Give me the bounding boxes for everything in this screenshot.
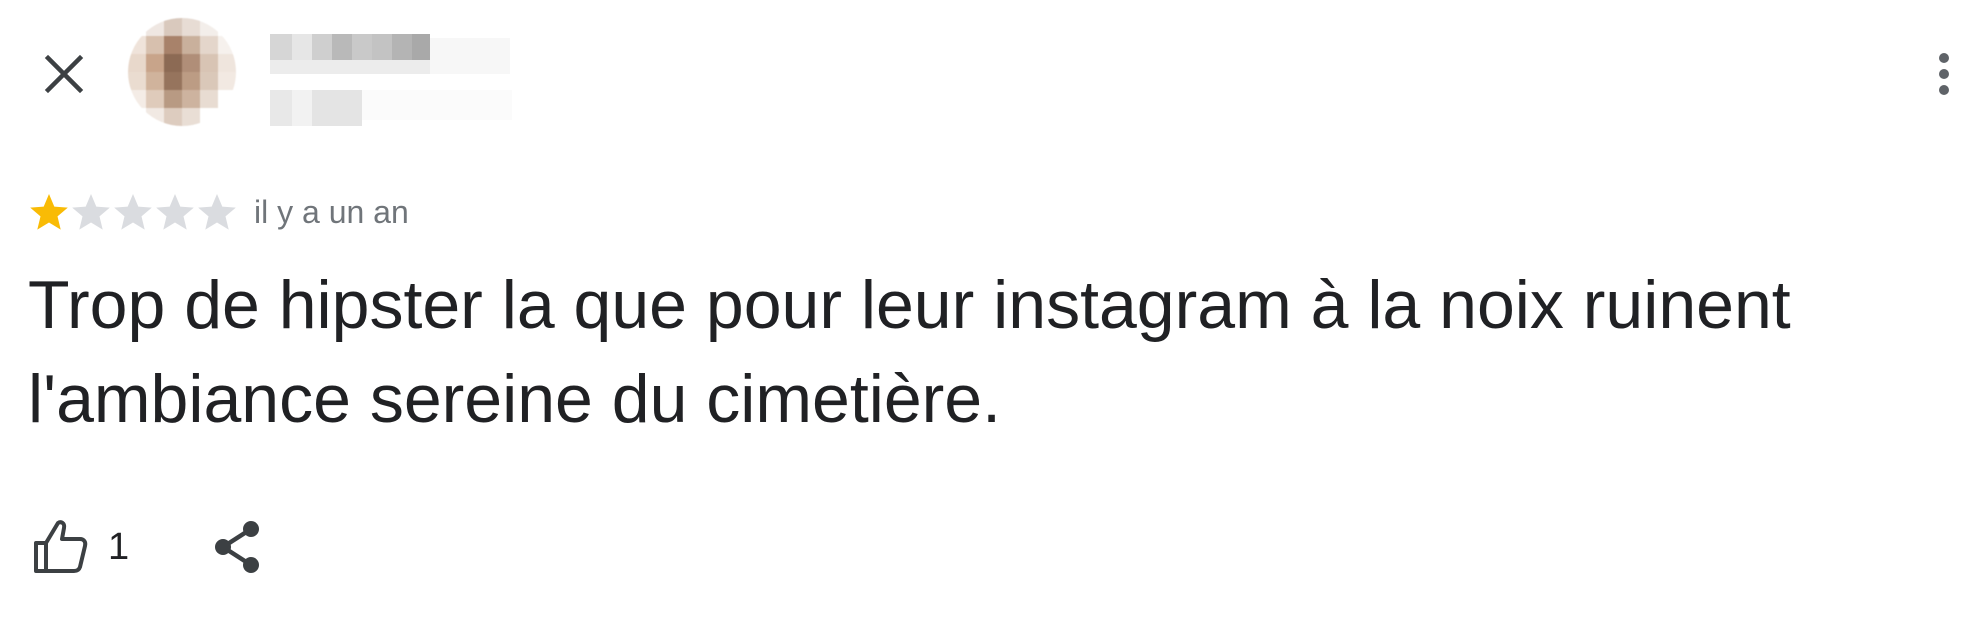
star-filled-icon — [30, 194, 68, 230]
avatar[interactable] — [128, 18, 236, 126]
star-empty-icon — [72, 194, 110, 230]
close-icon — [44, 54, 84, 94]
more-options-button[interactable] — [1920, 44, 1968, 104]
review-actions: 1 — [30, 512, 269, 582]
more-vert-icon — [1939, 53, 1949, 95]
review-header — [0, 0, 1988, 140]
close-button[interactable] — [36, 46, 92, 102]
star-empty-icon — [156, 194, 194, 230]
review-text: Trop de hipster la que pour leur instagr… — [28, 267, 1791, 437]
rating-row: il y a un an — [28, 190, 409, 234]
reviewer-name-redacted[interactable] — [270, 34, 530, 130]
review-time: il y a un an — [254, 193, 409, 230]
share-icon — [215, 521, 260, 573]
star-empty-icon — [198, 194, 236, 230]
star-rating — [28, 191, 238, 233]
thumb-up-icon — [34, 520, 88, 573]
like-button[interactable]: 1 — [30, 517, 129, 577]
share-button[interactable] — [205, 515, 269, 579]
star-empty-icon — [114, 194, 152, 230]
like-count: 1 — [108, 525, 130, 568]
